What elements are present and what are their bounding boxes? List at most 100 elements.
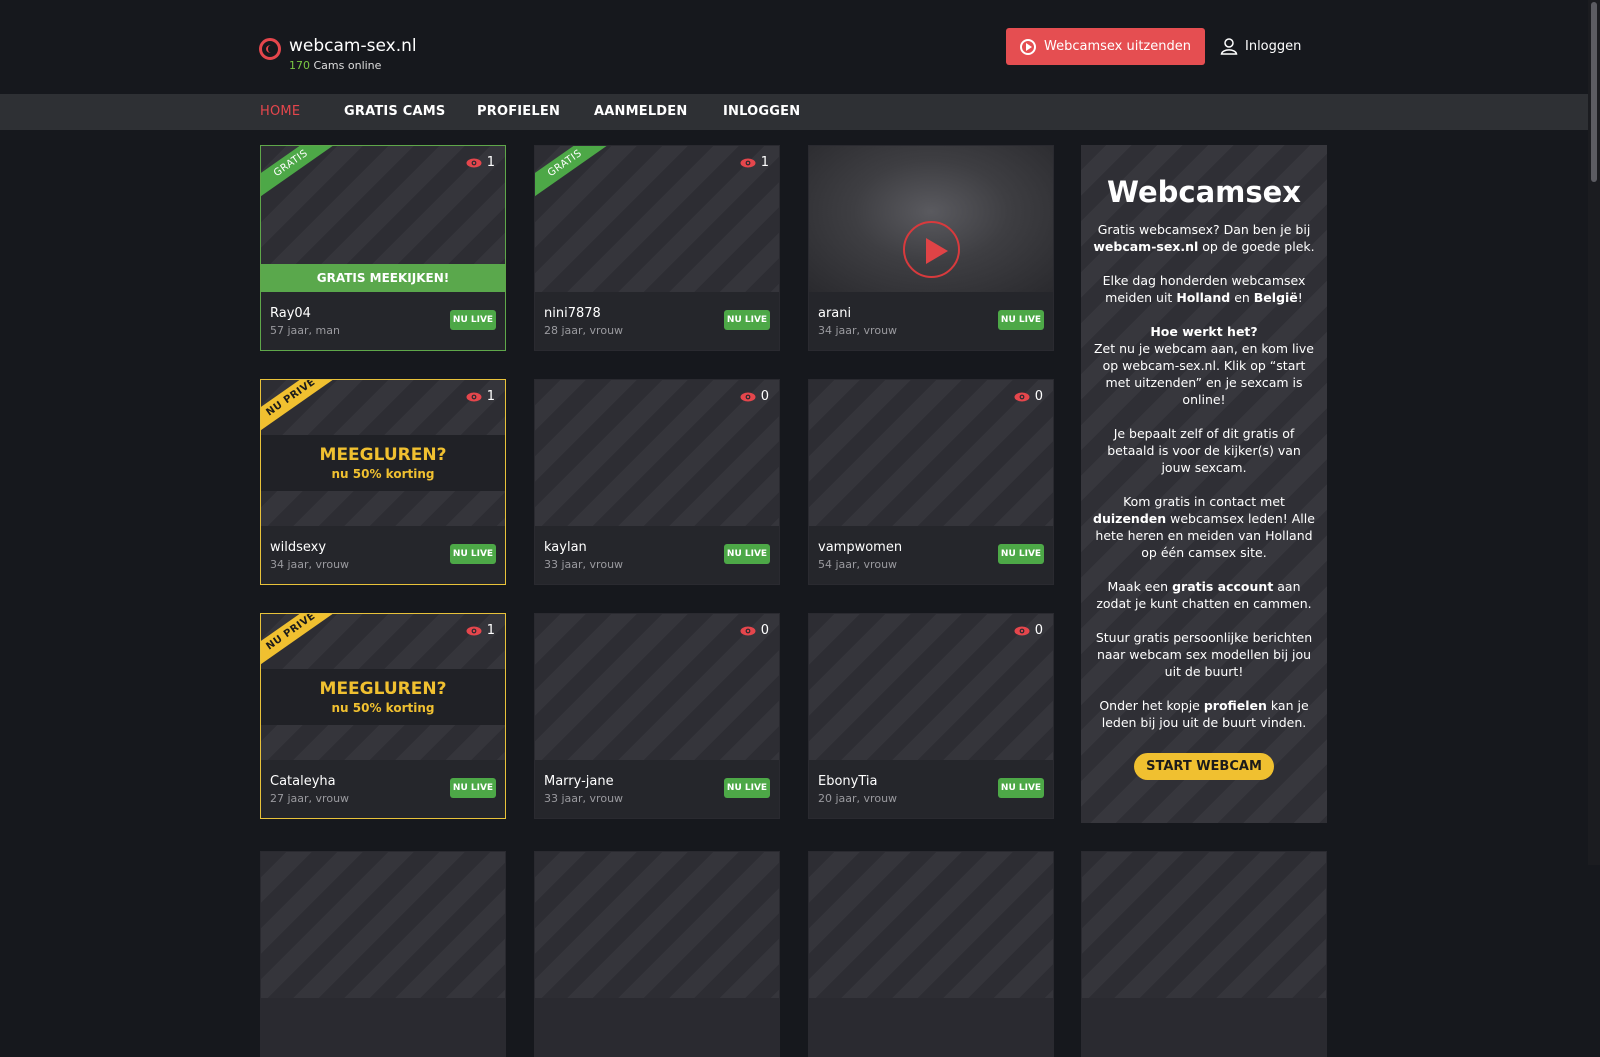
how-it-works-title: Hoe werkt het? [1150, 324, 1258, 339]
cams-online: 170 Cams online [289, 59, 417, 72]
live-badge: NU LIVE [998, 310, 1044, 330]
nav-home[interactable]: HOME [260, 104, 300, 119]
live-badge: NU LIVE [450, 544, 496, 564]
cam-info: EbonyTia 20 jaar, vrouw NU LIVE [809, 760, 1053, 818]
cam-card-partial[interactable] [260, 851, 506, 1057]
sidebar-paragraph: Elke dag honderden webcamsex meiden uit … [1091, 272, 1317, 306]
live-badge: NU LIVE [998, 544, 1044, 564]
live-badge: NU LIVE [724, 544, 770, 564]
sidebar-paragraph: Maak een gratis account aan zodat je kun… [1091, 578, 1317, 612]
prive-offer[interactable]: MEEGLUREN? nu 50% korting [261, 435, 505, 491]
eye-icon [466, 158, 482, 167]
cam-info: wildsexy 34 jaar, vrouw NU LIVE [261, 526, 505, 584]
text-bold: profielen [1203, 698, 1267, 713]
eye-icon [1014, 392, 1030, 401]
eye-icon [740, 392, 756, 401]
text: Onder het kopje [1099, 698, 1204, 713]
play-icon[interactable] [903, 221, 960, 278]
viewer-count: 0 [740, 389, 769, 404]
sidebar-paragraph: Kom gratis in contact met duizenden webc… [1091, 493, 1317, 561]
cam-name: kaylan [544, 540, 587, 555]
viewer-count-value: 0 [760, 389, 769, 404]
scrollbar-thumb[interactable] [1591, 2, 1597, 182]
cam-meta: 20 jaar, vrouw [818, 792, 898, 805]
cam-card-nini7878[interactable]: GRATIS 1 nini7878 28 jaar, vrouw NU LIVE [534, 145, 780, 351]
prive-offer[interactable]: MEEGLUREN? nu 50% korting [261, 669, 505, 725]
live-badge: NU LIVE [724, 310, 770, 330]
sidebar-paragraph: Hoe werkt het? Zet nu je webcam aan, en … [1091, 323, 1317, 408]
sidebar-paragraph: Stuur gratis persoonlijke berichten naar… [1095, 630, 1313, 679]
viewer-count-value: 1 [486, 389, 495, 404]
viewer-count: 0 [1014, 623, 1043, 638]
cam-name: vampwomen [818, 540, 903, 555]
user-icon [1220, 38, 1238, 55]
text: en [1230, 290, 1254, 305]
free-watch-banner[interactable]: GRATIS MEEKIJKEN! [261, 264, 505, 292]
cam-name: Ray04 [270, 306, 311, 321]
cam-thumbnail[interactable] [535, 852, 779, 998]
broadcast-button[interactable]: Webcamsex uitzenden [1006, 28, 1205, 65]
cam-card-ebonytia[interactable]: 0 EbonyTia 20 jaar, vrouw NU LIVE [808, 613, 1054, 819]
cam-card-cataleyha[interactable]: NU PRIVE 1 MEEGLUREN? nu 50% korting Cat… [260, 613, 506, 819]
cam-name: Cataleyha [270, 774, 336, 789]
viewer-count-value: 0 [1034, 623, 1043, 638]
eye-icon [1014, 626, 1030, 635]
viewer-count: 0 [1014, 389, 1043, 404]
nav-inloggen[interactable]: INLOGGEN [723, 104, 800, 119]
cam-card-arani[interactable]: arani 34 jaar, vrouw NU LIVE [808, 145, 1054, 351]
eye-icon [740, 158, 756, 167]
cam-info: nini7878 28 jaar, vrouw NU LIVE [535, 292, 779, 350]
cam-card-wildsexy[interactable]: NU PRIVE 1 MEEGLUREN? nu 50% korting wil… [260, 379, 506, 585]
play-icon [1020, 38, 1036, 55]
viewer-count: 1 [466, 389, 495, 404]
cam-card-partial[interactable] [808, 851, 1054, 1057]
viewer-count-value: 1 [486, 155, 495, 170]
cam-thumbnail[interactable] [809, 852, 1053, 998]
text: ! [1297, 290, 1303, 305]
cam-meta: 28 jaar, vrouw [544, 324, 624, 337]
text: Maak een [1107, 579, 1173, 594]
cam-thumbnail[interactable] [1082, 852, 1326, 998]
cam-card-marry-jane[interactable]: 0 Marry-jane 33 jaar, vrouw NU LIVE [534, 613, 780, 819]
prive-title: MEEGLUREN? [319, 679, 447, 699]
text: Zet nu je webcam aan, en kom live op web… [1093, 341, 1314, 407]
nav-gratis-cams[interactable]: GRATIS CAMS [344, 104, 445, 119]
cam-meta: 34 jaar, vrouw [818, 324, 898, 337]
text: Gratis webcamsex? Dan ben je bij [1097, 222, 1311, 237]
text-bold: webcam-sex.nl [1093, 239, 1199, 254]
site-logo[interactable]: webcam-sex.nl 170 Cams online [259, 36, 417, 72]
cams-online-count: 170 [289, 59, 310, 72]
eye-icon [740, 626, 756, 635]
cam-name: wildsexy [270, 540, 327, 555]
page-scrollbar[interactable] [1588, 0, 1600, 865]
cam-meta: 33 jaar, vrouw [544, 792, 624, 805]
nav-aanmelden[interactable]: AANMELDEN [594, 104, 687, 119]
viewer-count: 0 [740, 623, 769, 638]
cam-card-kaylan[interactable]: 0 kaylan 33 jaar, vrouw NU LIVE [534, 379, 780, 585]
broadcast-label: Webcamsex uitzenden [1044, 39, 1191, 54]
cam-card-partial[interactable] [1081, 851, 1327, 1057]
cam-info: Marry-jane 33 jaar, vrouw NU LIVE [535, 760, 779, 818]
cam-meta: 57 jaar, man [270, 324, 340, 337]
live-badge: NU LIVE [450, 310, 496, 330]
cam-card-partial[interactable] [534, 851, 780, 1057]
logo-ring-icon [259, 38, 281, 60]
cam-info: vampwomen 54 jaar, vrouw NU LIVE [809, 526, 1053, 584]
login-link[interactable]: Inloggen [1220, 37, 1301, 55]
cam-name: nini7878 [544, 306, 601, 321]
cam-card-vampwomen[interactable]: 0 vampwomen 54 jaar, vrouw NU LIVE [808, 379, 1054, 585]
cams-online-label: Cams online [313, 59, 382, 72]
eye-icon [466, 392, 482, 401]
cam-info: arani 34 jaar, vrouw NU LIVE [809, 292, 1053, 350]
viewer-count-value: 1 [760, 155, 769, 170]
cam-card-ray04[interactable]: GRATIS 1 GRATIS MEEKIJKEN! Ray04 57 jaar… [260, 145, 506, 351]
cam-info: kaylan 33 jaar, vrouw NU LIVE [535, 526, 779, 584]
nav-profielen[interactable]: PROFIELEN [477, 104, 560, 119]
text-bold: België [1253, 290, 1298, 305]
cam-thumbnail[interactable] [261, 852, 505, 998]
text: Kom gratis in contact met [1123, 494, 1285, 509]
cam-info: Ray04 57 jaar, man NU LIVE [261, 292, 505, 350]
start-webcam-button[interactable]: START WEBCAM [1134, 753, 1274, 780]
login-label: Inloggen [1245, 38, 1302, 54]
site-header: webcam-sex.nl 170 Cams online Webcamsex … [0, 0, 1600, 94]
